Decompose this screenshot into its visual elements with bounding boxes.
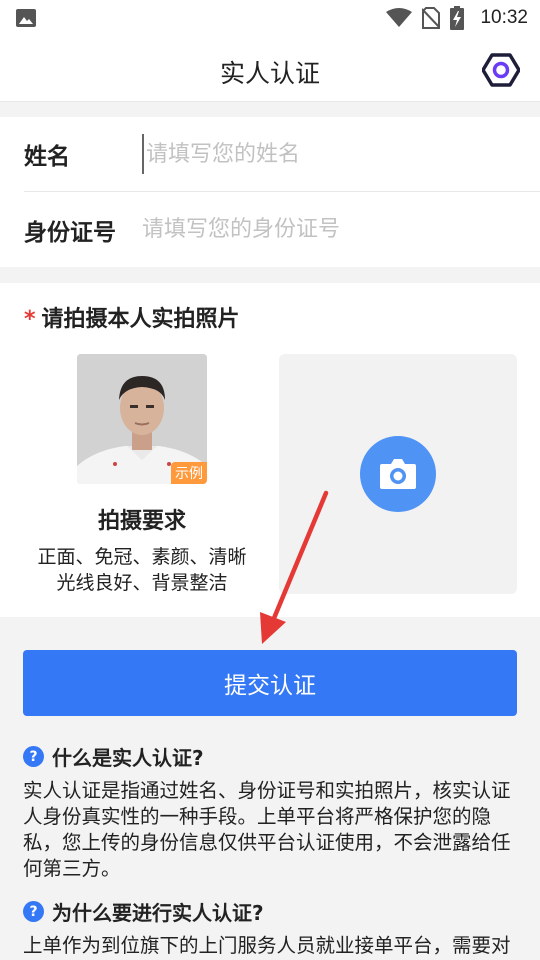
sample-photo: 示例 bbox=[77, 354, 207, 484]
help-icon: ? bbox=[23, 901, 44, 922]
identity-form: 姓名 身份证号 bbox=[0, 117, 540, 267]
app-header: 实人认证 bbox=[0, 36, 540, 102]
id-number-input[interactable] bbox=[142, 209, 540, 250]
id-number-label: 身份证号 bbox=[24, 219, 116, 246]
submit-verification-button[interactable]: 提交认证 bbox=[23, 650, 517, 716]
camera-icon bbox=[380, 459, 416, 489]
clock-time: 10:32 bbox=[480, 7, 528, 28]
name-row: 姓名 bbox=[24, 117, 540, 192]
photo-upload-button[interactable] bbox=[279, 354, 517, 594]
faq-question-1: ? 什么是实人认证? bbox=[23, 742, 204, 771]
photo-section-title: * 请拍摄本人实拍照片 bbox=[24, 301, 240, 333]
name-label: 姓名 bbox=[24, 144, 70, 170]
name-input[interactable] bbox=[142, 134, 540, 174]
page-title: 实人认证 bbox=[219, 59, 320, 88]
faq-answer-1: 实人认证是指通过姓名、身份证号和实拍照片，核实认证人身份真实性的一种手段。上单平… bbox=[23, 779, 511, 880]
faq-question-text: 什么是实人认证? bbox=[52, 746, 204, 770]
photo-section: * 请拍摄本人实拍照片 示例 拍摄要求 正面、免冠、素颜、清晰 光线良好、背景整洁 bbox=[0, 283, 540, 617]
wifi-icon bbox=[386, 8, 413, 27]
image-icon bbox=[16, 9, 36, 27]
id-number-row: 身份证号 bbox=[24, 192, 540, 267]
hexagon-settings-icon[interactable] bbox=[482, 51, 520, 89]
faq-question-2: ? 为什么要进行实人认证? bbox=[23, 897, 264, 926]
battery-charging-icon bbox=[450, 6, 465, 30]
requirements-title: 拍摄要求 bbox=[97, 509, 186, 534]
no-sim-icon bbox=[422, 7, 441, 29]
requirements-line-1: 正面、免冠、素颜、清晰 bbox=[37, 546, 247, 568]
faq-answer-2: 上单作为到位旗下的上门服务人员就业接单平台，需要对服务人员身份进行核实，以确保服… bbox=[23, 934, 511, 957]
faq-question-text: 为什么要进行实人认证? bbox=[52, 901, 264, 925]
help-icon: ? bbox=[23, 746, 44, 767]
photo-title-text: 请拍摄本人实拍照片 bbox=[41, 307, 240, 332]
required-mark: * bbox=[24, 307, 36, 332]
status-bar: 10:32 bbox=[0, 0, 540, 36]
camera-button[interactable] bbox=[360, 436, 436, 512]
requirements-line-2: 光线良好、背景整洁 bbox=[56, 572, 228, 594]
sample-tag: 示例 bbox=[171, 462, 207, 484]
